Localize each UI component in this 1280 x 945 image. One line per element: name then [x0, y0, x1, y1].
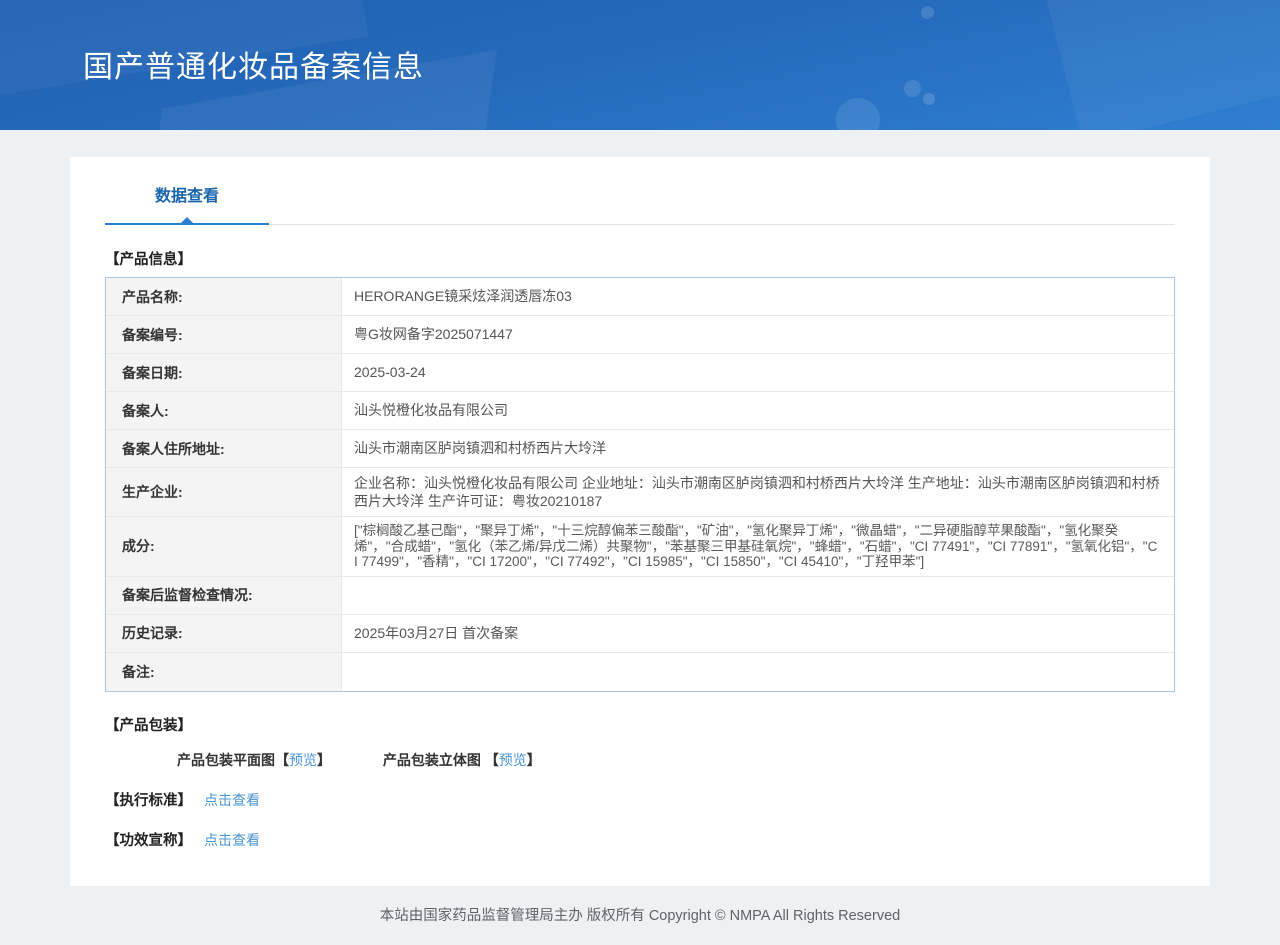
row-value: 企业名称：汕头悦橙化妆品有限公司 企业地址：汕头市潮南区胪岗镇泗和村桥西片大坽洋… [354, 475, 1160, 509]
table-row-registrant: 备案人: 汕头悦橙化妆品有限公司 [106, 392, 1174, 430]
row-label: 成分: [106, 517, 342, 576]
bracket-close: 】 [317, 751, 331, 768]
row-label: 产品名称: [106, 278, 342, 315]
tab-bar: 数据查看 [105, 157, 1175, 225]
row-label: 备注: [106, 652, 342, 691]
table-row-history: 历史记录: 2025年03月27日 首次备案 [106, 614, 1174, 653]
bracket-open: 【 [275, 751, 289, 768]
packaging-flat-label: 产品包装平面图 [177, 751, 275, 768]
row-value: 汕头市潮南区胪岗镇泗和村桥西片大坽洋 [354, 440, 606, 456]
bracket-open: 【 [484, 751, 499, 768]
row-label: 备案人: [106, 392, 342, 429]
table-row-remarks: 备注: [106, 652, 1174, 691]
efficacy-line: 【功效宣称】 点击查看 [105, 829, 1175, 850]
tab-active-indicator-icon [181, 217, 193, 223]
banner-circle-decoration [923, 93, 935, 105]
table-row-ingredients: 成分: ["棕榈酸乙基己酯"，"聚异丁烯"，"十三烷醇偏苯三酸酯"，"矿油"，"… [106, 517, 1174, 577]
table-row-product-name: 产品名称: HERORANGE镜采炫泽润透唇冻03 [106, 278, 1174, 316]
row-value: 2025年03月27日 首次备案 [354, 624, 519, 641]
row-value: ["棕榈酸乙基己酯"，"聚异丁烯"，"十三烷醇偏苯三酸酯"，"矿油"，"氢化聚异… [354, 523, 1158, 569]
row-value [342, 577, 1174, 614]
copyright-text: 本站由国家药品监督管理局主办 版权所有 Copyright © NMPA All… [379, 907, 901, 924]
table-row-supervision-check: 备案后监督检查情况: [106, 576, 1174, 615]
content-card: 数据查看 【产品信息】 产品名称: HERORANGE镜采炫泽润透唇冻03 备案… [70, 157, 1210, 886]
table-row-registrant-address: 备案人住所地址: 汕头市潮南区胪岗镇泗和村桥西片大坽洋 [106, 430, 1174, 468]
efficacy-view-link[interactable]: 点击查看 [204, 832, 260, 848]
row-value [342, 653, 1174, 691]
row-value: 粤G妆网备字2025071447 [354, 326, 513, 342]
row-label: 历史记录: [106, 614, 342, 652]
row-label: 生产企业: [106, 468, 342, 516]
tab-data-view-label: 数据查看 [154, 188, 219, 205]
packaging-flat-item: 产品包装平面图【预览】 [177, 750, 331, 770]
product-info-table: 产品名称: HERORANGE镜采炫泽润透唇冻03 备案编号: 粤G妆网备字20… [105, 277, 1175, 692]
table-row-registration-number: 备案编号: 粤G妆网备字2025071447 [106, 316, 1174, 354]
bracket-close: 】 [526, 751, 541, 768]
efficacy-section-title: 【功效宣称】 [105, 832, 192, 849]
tab-data-view[interactable]: 数据查看 [105, 187, 269, 225]
packaging-stereo-item: 产品包装立体图 【预览】 [383, 750, 541, 770]
page-header: 国产普通化妆品备案信息 [0, 0, 1280, 130]
row-value: 2025-03-24 [354, 364, 426, 380]
product-info-section-title: 【产品信息】 [105, 252, 192, 268]
row-label: 备案编号: [106, 316, 342, 353]
page-title: 国产普通化妆品备案信息 [83, 51, 424, 84]
standard-section-title: 【执行标准】 [105, 792, 192, 809]
packaging-flat-preview-link[interactable]: 预览 [289, 752, 317, 768]
row-label: 备案人住所地址: [106, 430, 342, 467]
table-row-manufacturer: 生产企业: 企业名称：汕头悦橙化妆品有限公司 企业地址：汕头市潮南区胪岗镇泗和村… [106, 468, 1174, 517]
row-value: HERORANGE镜采炫泽润透唇冻03 [354, 288, 572, 304]
page-footer: 本站由国家药品监督管理局主办 版权所有 Copyright © NMPA All… [0, 898, 1280, 945]
table-row-registration-date: 备案日期: 2025-03-24 [106, 354, 1174, 392]
row-label: 备案后监督检查情况: [106, 576, 342, 614]
row-value: 汕头悦橙化妆品有限公司 [354, 402, 508, 418]
packaging-section-title: 【产品包装】 [105, 717, 192, 734]
packaging-preview-line: 产品包装平面图【预览】 产品包装立体图 【预览】 [177, 750, 1175, 770]
row-label: 备案日期: [106, 354, 342, 391]
packaging-stereo-preview-link[interactable]: 预览 [499, 752, 527, 768]
packaging-stereo-label: 产品包装立体图 [382, 751, 485, 768]
standard-line: 【执行标准】 点击查看 [105, 789, 1175, 810]
standard-view-link[interactable]: 点击查看 [204, 792, 260, 808]
banner-circle-decoration [836, 98, 880, 130]
